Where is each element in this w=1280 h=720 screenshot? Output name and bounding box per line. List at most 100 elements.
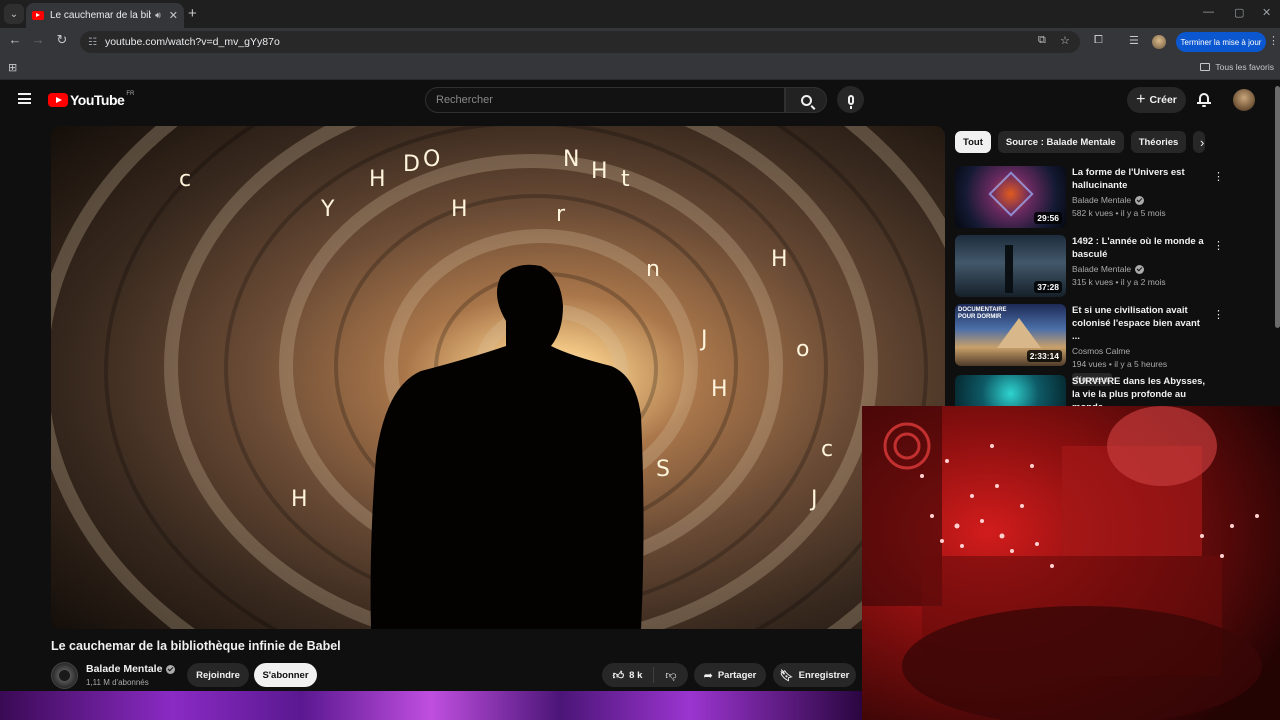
save-button[interactable]: 🔖︎ Enregistrer — [773, 663, 856, 687]
notifications-bell-icon[interactable] — [1197, 92, 1211, 107]
install-app-icon[interactable]: ⧉ — [1038, 34, 1046, 47]
reload-icon[interactable]: ↻ — [52, 32, 72, 48]
duration-badge: 2:33:14 — [1026, 350, 1062, 362]
filter-chips: Tout Source : Balade Mentale Théories — [955, 131, 1206, 153]
svg-text:H: H — [591, 159, 608, 184]
search-button[interactable] — [785, 87, 827, 113]
back-icon[interactable]: ← — [5, 32, 25, 47]
subscribe-button[interactable]: S'abonner — [254, 663, 317, 687]
chip-theories[interactable]: Théories — [1130, 131, 1187, 153]
account-avatar[interactable] — [1233, 89, 1255, 111]
channel-name[interactable]: Balade Mentale — [86, 663, 176, 675]
duration-badge: 37:28 — [1034, 281, 1062, 293]
chip-source[interactable]: Source : Balade Mentale — [997, 131, 1124, 153]
share-button[interactable]: ➦ Partager — [694, 663, 766, 687]
svg-text:H: H — [369, 167, 386, 192]
duration-badge: 29:56 — [1034, 212, 1062, 224]
recommendation-channel[interactable]: Balade Mentale — [1072, 195, 1131, 205]
plus-icon: + — [1136, 91, 1146, 108]
microphone-icon — [847, 94, 854, 109]
restore-icon[interactable]: ▢ — [1234, 6, 1244, 19]
chevron-right-icon[interactable]: › — [1200, 135, 1204, 150]
like-count: 8 k — [629, 669, 643, 681]
recommendation-item[interactable]: DOCUMENTAIRE POUR DORMIR 2:33:14 Et si u… — [955, 304, 1224, 386]
svg-text:D: D — [403, 152, 420, 177]
thumbs-up-icon: 👍︎ — [612, 669, 625, 682]
browser-tab[interactable]: Le cauchemar de la biblioth 🔊︎ ✕ — [26, 3, 184, 28]
recommendation-channel[interactable]: Cosmos Calme — [1072, 346, 1130, 356]
video-thumbnail[interactable]: DOCUMENTAIRE POUR DORMIR 2:33:14 — [955, 304, 1066, 366]
voice-search-button[interactable] — [837, 86, 864, 113]
recommendation-title[interactable]: SURVIVRE dans les Abysses, la vie la plu… — [1072, 375, 1207, 406]
more-actions-icon[interactable]: ⋮ — [1213, 239, 1224, 252]
verified-icon — [1135, 264, 1145, 274]
video-thumbnail[interactable]: 37:28 — [955, 235, 1066, 297]
youtube-logo[interactable]: YouTube FR — [48, 91, 134, 108]
svg-text:N: N — [563, 147, 579, 172]
profile-avatar[interactable] — [1152, 35, 1166, 49]
bookmark-star-icon[interactable]: ☆ — [1060, 34, 1070, 47]
recommendation-title[interactable]: Et si une civilisation avait colonisé l'… — [1072, 304, 1207, 343]
recommendation-item[interactable]: 29:56 La forme de l'Univers est hallucin… — [955, 166, 1224, 230]
webcam-overlay — [862, 406, 1280, 720]
browser-toolbar: ← → ↻ ☷ youtube.com/watch?v=d_mv_gYy87o … — [0, 28, 1280, 56]
menu-icon[interactable] — [18, 93, 31, 104]
new-tab-button[interactable]: + — [188, 5, 197, 22]
logo-text: YouTube — [70, 92, 125, 108]
bookmark-icon: 🔖︎ — [779, 669, 794, 682]
svg-text:O: O — [423, 147, 440, 172]
tab-close-icon[interactable]: ✕ — [169, 9, 178, 22]
browser-menu-icon[interactable]: ⋮ — [1268, 34, 1279, 47]
svg-text:t: t — [621, 167, 630, 192]
verified-icon — [166, 664, 176, 674]
all-bookmarks[interactable]: Tous les favoris — [1200, 62, 1274, 72]
youtube-play-icon — [48, 93, 68, 107]
search-input[interactable]: Rechercher — [425, 87, 785, 113]
media-controls-icon[interactable]: ☰ — [1129, 34, 1139, 47]
join-button[interactable]: Rejoindre — [187, 663, 249, 687]
create-label: Créer — [1149, 94, 1177, 106]
page-scrollbar[interactable] — [1275, 86, 1280, 328]
site-info-icon[interactable]: ☷ — [88, 37, 97, 48]
search-icon — [800, 94, 812, 106]
minimize-icon[interactable]: — — [1203, 6, 1214, 18]
folder-icon — [1200, 63, 1211, 71]
more-actions-icon[interactable]: ⋮ — [1213, 308, 1224, 321]
svg-text:J: J — [699, 327, 708, 352]
bookmarks-bar: ⊞ Tous les favoris — [0, 56, 1280, 80]
create-button[interactable]: + Créer — [1127, 87, 1186, 113]
like-button[interactable]: 👍︎ 8 k — [602, 667, 654, 683]
video-player[interactable]: YHDO NHt Hrn HoJ HcS HJc — [51, 126, 945, 629]
channel-avatar[interactable] — [51, 662, 78, 689]
thumbs-down-icon: 👎︎ — [665, 669, 677, 682]
chip-all[interactable]: Tout — [955, 131, 991, 153]
svg-text:r: r — [556, 202, 566, 227]
youtube-favicon-icon — [32, 11, 44, 20]
forward-icon[interactable]: → — [28, 32, 48, 47]
extensions-icon[interactable]: ⧠ — [1094, 34, 1103, 47]
svg-text:H: H — [451, 197, 468, 222]
address-bar[interactable]: ☷ youtube.com/watch?v=d_mv_gYy87o ⧉ ☆ — [80, 31, 1080, 53]
window-close-icon[interactable]: ✕ — [1262, 6, 1271, 19]
apps-grid-icon[interactable]: ⊞ — [8, 61, 17, 74]
recommendation-item[interactable]: 37:28 1492 : L'année où le monde a bascu… — [955, 235, 1224, 299]
dislike-button[interactable]: 👎︎ — [654, 669, 688, 682]
svg-text:J: J — [809, 487, 818, 512]
speaker-icon[interactable]: 🔊︎ — [155, 10, 161, 21]
tab-search-button[interactable]: ⌄ — [4, 4, 24, 24]
youtube-header: YouTube FR Rechercher + Créer — [0, 80, 1280, 120]
recommendation-title[interactable]: La forme de l'Univers est hallucinante — [1072, 166, 1207, 192]
recommendation-title[interactable]: 1492 : L'année où le monde a basculé — [1072, 235, 1207, 261]
share-icon: ➦ — [703, 669, 713, 682]
video-thumbnail[interactable]: 29:56 — [955, 166, 1066, 228]
more-actions-icon[interactable]: ⋮ — [1213, 170, 1224, 183]
update-button[interactable]: Terminer la mise à jour — [1176, 32, 1266, 52]
video-thumbnail[interactable] — [955, 375, 1066, 406]
recommendation-item[interactable]: SURVIVRE dans les Abysses, la vie la plu… — [955, 375, 1215, 406]
svg-text:H: H — [771, 247, 788, 272]
recommendation-meta: 194 vues • il y a 5 heures — [1072, 359, 1168, 369]
url-text: youtube.com/watch?v=d_mv_gYy87o — [104, 36, 280, 48]
recommendation-channel[interactable]: Balade Mentale — [1072, 264, 1131, 274]
svg-text:o: o — [796, 337, 809, 362]
save-label: Enregistrer — [798, 669, 850, 681]
